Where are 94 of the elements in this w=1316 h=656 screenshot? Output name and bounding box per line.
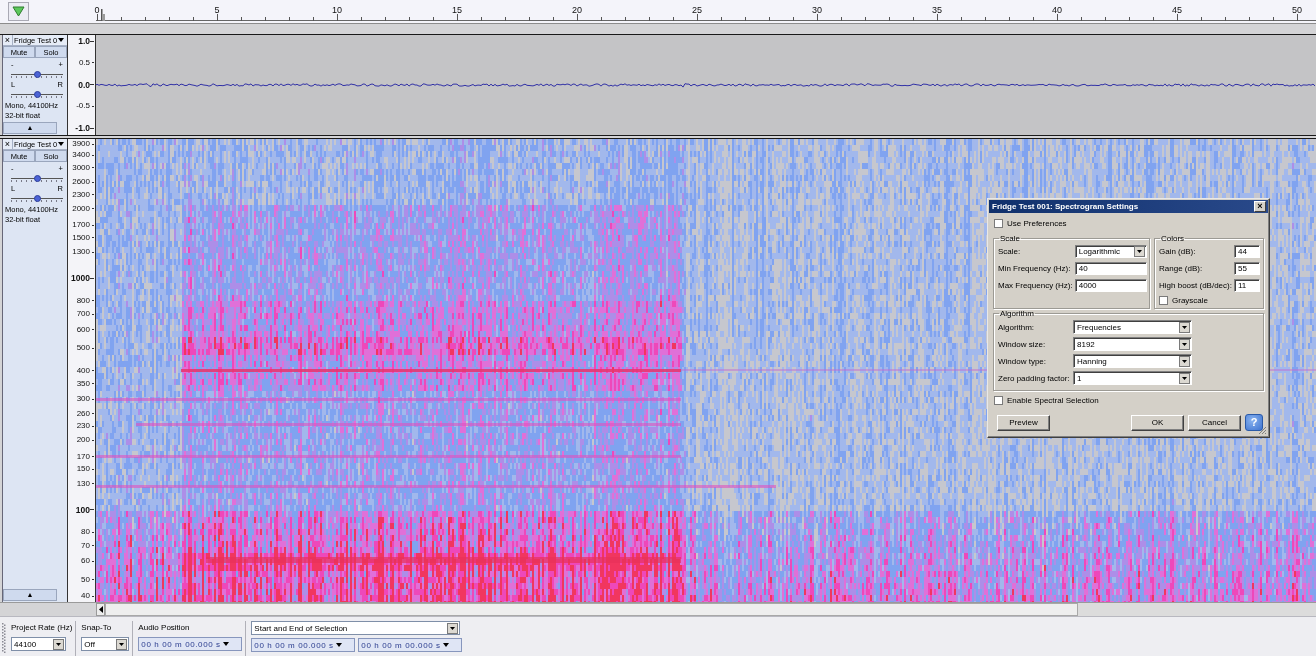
axis-label: 400 — [76, 365, 94, 376]
caret-icon[interactable] — [58, 38, 65, 42]
field-label: Algorithm: — [998, 322, 1035, 332]
checkbox[interactable] — [994, 219, 1003, 228]
toolbar-grip-icon[interactable] — [2, 622, 6, 653]
axis-label: 70 — [81, 540, 94, 551]
time-label: 35 — [932, 5, 942, 15]
text-field[interactable]: 40 — [1074, 262, 1147, 275]
axis-label: 2300 — [72, 189, 94, 200]
snap-to-dropdown[interactable]: Off — [81, 637, 130, 651]
axis-label: 170 — [76, 451, 94, 462]
dropdown[interactable]: 8192 — [1073, 337, 1192, 351]
axis-label: 350 — [76, 378, 94, 389]
time-label: 0 — [94, 5, 100, 15]
axis-label: 600 — [76, 324, 94, 335]
checkbox[interactable] — [994, 396, 1003, 405]
time-label: 20 — [572, 5, 582, 15]
group-title: Scale — [999, 234, 1021, 243]
time-field[interactable]: 00 h 00 m 00.000 s — [251, 638, 356, 652]
dialog-button[interactable]: OK — [1131, 414, 1184, 431]
axis-label: 50 — [81, 574, 94, 585]
caret-icon[interactable] — [442, 643, 449, 647]
dialog-button[interactable]: Cancel — [1188, 414, 1241, 431]
caret-icon[interactable] — [58, 142, 65, 146]
axis-label: -1.0 — [75, 123, 94, 133]
scrollbar-thumb[interactable] — [105, 603, 1078, 616]
axis-label: 3000 — [72, 162, 94, 173]
time-label: 5 — [214, 5, 220, 15]
text-field[interactable]: 4000 — [1074, 279, 1147, 292]
time-label: 40 — [1052, 5, 1062, 15]
checkbox-label[interactable]: Enable Spectral Selection — [1007, 396, 1099, 405]
axis-label: 0.5 — [78, 57, 94, 68]
axis-label: 100 — [75, 504, 94, 515]
checkbox[interactable] — [1159, 296, 1168, 305]
field-label: Max Frequency (Hz): — [998, 281, 1073, 290]
time-label: 45 — [1172, 5, 1182, 15]
time-label: 25 — [692, 5, 702, 15]
time-label: 15 — [452, 5, 462, 15]
dropdown[interactable]: Logarithmic — [1074, 245, 1147, 258]
timeline-ruler[interactable]: 0 5 10 15 20 25 30 35 40 45 50 — [0, 0, 1316, 24]
text-field[interactable]: 55 — [1233, 262, 1260, 275]
triangle-icon — [12, 6, 25, 17]
dialog-title: Fridge Test 001: Spectrogram Settings — [992, 202, 1139, 211]
field-label: Zero padding factor: — [998, 373, 1071, 383]
close-button[interactable]: × — [1254, 201, 1266, 212]
axis-label: 1.0 — [78, 36, 94, 46]
dialog-button[interactable]: Preview — [997, 414, 1050, 431]
dropdown[interactable]: Hanning — [1073, 354, 1192, 368]
field-label: Scale: — [998, 247, 1022, 256]
slider-thumb[interactable] — [33, 91, 41, 98]
axis-label: 3900 — [72, 139, 94, 149]
selection-mode-dropdown[interactable]: Start and End of Selection — [251, 621, 461, 635]
dropdown[interactable]: 1 — [1073, 371, 1192, 385]
axis-label: 1000 — [71, 273, 94, 284]
position-marker-icon — [101, 9, 105, 21]
text-field[interactable]: 11 — [1233, 279, 1260, 292]
project-rate-dropdown[interactable]: 44100 — [11, 637, 66, 651]
caret-icon[interactable] — [222, 642, 229, 646]
axis-label: 1300 — [72, 247, 94, 257]
axis-label: 260 — [76, 408, 94, 419]
toolbar-label: Project Rate (Hz) — [11, 622, 73, 634]
dropdown[interactable]: Frequencies — [1073, 320, 1192, 334]
left-arrow-icon — [98, 606, 103, 613]
slider-thumb[interactable] — [33, 175, 41, 182]
axis-label: 40 — [81, 591, 94, 601]
group-title: Colors — [1160, 234, 1186, 243]
axis-label: 1500 — [72, 232, 94, 243]
toolbar-label: Snap-To — [81, 622, 113, 634]
slider-thumb[interactable] — [33, 195, 41, 202]
timeline-options-button[interactable] — [8, 2, 29, 21]
text-field[interactable]: 44 — [1233, 245, 1260, 258]
field-label: Window size: — [998, 339, 1047, 349]
time-label: 30 — [812, 5, 822, 15]
resize-grip-icon[interactable] — [1258, 426, 1267, 435]
time-field[interactable]: 00 h 00 m 00.000 s — [138, 637, 243, 651]
time-label: 10 — [332, 5, 342, 15]
axis-label: 0.0 — [78, 79, 94, 90]
toolbar-label: Audio Position — [138, 622, 191, 634]
time-field[interactable]: 00 h 00 m 00.000 s — [358, 638, 463, 652]
field-label: High boost (dB/dec): — [1159, 281, 1232, 290]
axis-label: 800 — [76, 295, 94, 306]
axis-label: 1700 — [72, 220, 94, 230]
checkbox-label[interactable]: Grayscale — [1172, 296, 1208, 305]
axis-label: 130 — [76, 478, 94, 489]
slider-thumb[interactable] — [33, 71, 41, 78]
group-title: Algorithm — [999, 309, 1035, 318]
time-label: 50 — [1292, 5, 1302, 15]
caret-icon[interactable] — [335, 643, 342, 647]
axis-label: 2000 — [72, 203, 94, 214]
field-label: Range (dB): — [1159, 264, 1204, 273]
field-label: Min Frequency (Hz): — [998, 264, 1072, 273]
field-label: Gain (dB): — [1159, 247, 1197, 256]
field-label: Window type: — [998, 356, 1048, 366]
checkbox-label[interactable]: Use Preferences — [1007, 219, 1067, 228]
